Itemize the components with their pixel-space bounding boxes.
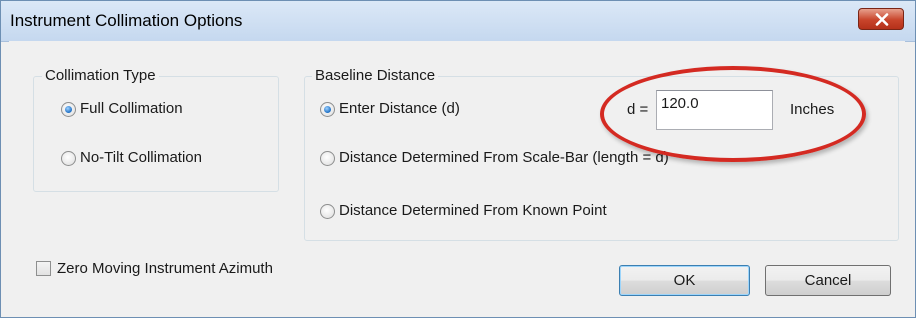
scale-bar-distance-radio[interactable] xyxy=(320,150,335,166)
full-collimation-label: Full Collimation xyxy=(80,100,183,117)
close-button[interactable] xyxy=(858,8,904,30)
dialog-body: Collimation Type Full Collimation No-Til… xyxy=(9,41,905,316)
enter-distance-option[interactable]: Enter Distance (d) xyxy=(320,100,460,118)
enter-distance-radio[interactable] xyxy=(320,101,335,117)
baseline-distance-label: Baseline Distance xyxy=(312,67,439,85)
zero-azimuth-label: Zero Moving Instrument Azimuth xyxy=(57,260,273,277)
cancel-button[interactable]: Cancel xyxy=(765,265,891,296)
no-tilt-collimation-radio[interactable] xyxy=(61,150,76,166)
no-tilt-collimation-option[interactable]: No-Tilt Collimation xyxy=(61,149,202,167)
full-collimation-radio[interactable] xyxy=(61,101,76,117)
distance-input[interactable]: 120.0 xyxy=(656,90,773,130)
collimation-type-group xyxy=(33,76,279,192)
title-bar[interactable]: Instrument Collimation Options xyxy=(1,1,915,42)
known-point-distance-label: Distance Determined From Known Point xyxy=(339,202,607,219)
known-point-distance-option[interactable]: Distance Determined From Known Point xyxy=(320,202,607,220)
d-label: d = xyxy=(627,101,649,118)
ok-button[interactable]: OK xyxy=(619,265,750,296)
zero-azimuth-checkbox[interactable] xyxy=(36,261,51,276)
enter-distance-label: Enter Distance (d) xyxy=(339,100,460,117)
collimation-type-label: Collimation Type xyxy=(42,67,159,85)
known-point-distance-radio[interactable] xyxy=(320,203,335,219)
window-title: Instrument Collimation Options xyxy=(10,11,243,30)
scale-bar-distance-option[interactable]: Distance Determined From Scale-Bar (leng… xyxy=(320,149,669,167)
full-collimation-option[interactable]: Full Collimation xyxy=(61,100,183,118)
close-icon xyxy=(875,13,889,26)
units-label: Inches xyxy=(790,101,835,118)
no-tilt-collimation-label: No-Tilt Collimation xyxy=(80,149,202,166)
scale-bar-distance-label: Distance Determined From Scale-Bar (leng… xyxy=(339,149,669,166)
